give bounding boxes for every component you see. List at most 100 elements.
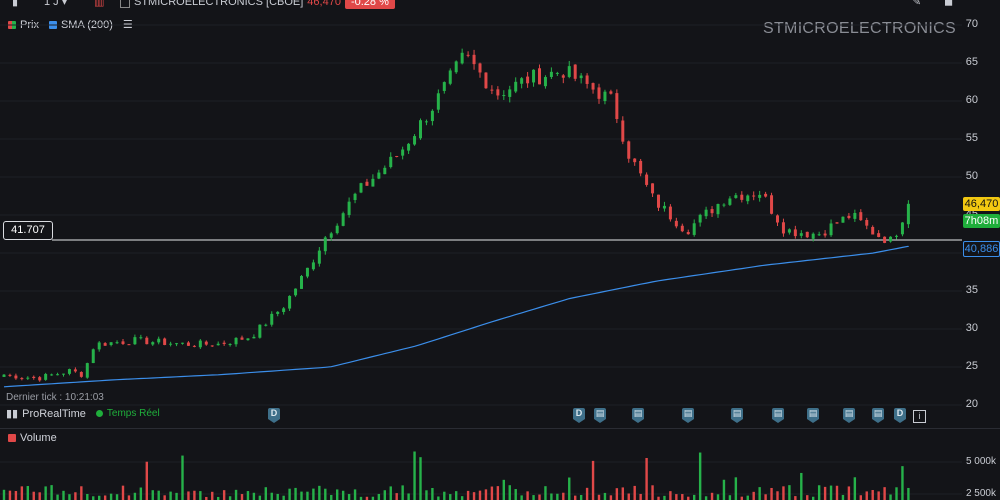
- volume-label: Volume: [20, 432, 57, 444]
- candle-body: [228, 343, 232, 346]
- volume-bar: [419, 457, 422, 500]
- volume-bar: [449, 494, 452, 500]
- candle-body: [668, 206, 672, 220]
- volume-bar: [633, 485, 636, 500]
- dividend-marker[interactable]: D: [268, 408, 280, 423]
- candle-body: [317, 250, 321, 264]
- volume-bar: [413, 451, 416, 500]
- candle-body: [424, 121, 428, 123]
- volume-bar: [698, 452, 702, 500]
- dividend-marker[interactable]: D: [573, 408, 585, 423]
- volume-bar: [526, 491, 529, 500]
- candle-body: [835, 222, 839, 224]
- volume-bar: [32, 491, 35, 500]
- report-marker[interactable]: ▤: [843, 408, 855, 423]
- report-marker[interactable]: ▤: [632, 408, 644, 423]
- candle-body: [97, 342, 101, 350]
- candle-body: [442, 82, 446, 91]
- candle-body: [204, 341, 208, 345]
- pane-separator[interactable]: [0, 428, 1000, 429]
- volume-bar: [80, 486, 83, 500]
- volume-bar: [502, 479, 505, 500]
- volume-bar: [591, 460, 595, 500]
- candle-body: [186, 342, 190, 346]
- volume-legend[interactable]: Volume: [8, 432, 57, 444]
- dividend-marker[interactable]: D: [894, 408, 906, 423]
- provider-label: ProRealTime: [22, 407, 86, 420]
- report-marker[interactable]: ▤: [731, 408, 743, 423]
- volume-bar: [853, 477, 857, 500]
- volume-bar: [490, 486, 494, 500]
- candle-body: [823, 233, 827, 236]
- candle-body: [377, 172, 381, 179]
- report-icon: ▤: [594, 408, 606, 419]
- candle-body: [895, 235, 898, 237]
- report-marker[interactable]: ▤: [772, 408, 784, 423]
- candle-body: [859, 212, 863, 221]
- candle-body: [389, 156, 393, 168]
- volume-bar: [788, 485, 791, 500]
- candle-body: [139, 337, 143, 339]
- candle-body: [853, 212, 857, 219]
- volume-bar: [895, 487, 898, 500]
- price-chart[interactable]: [0, 0, 1000, 500]
- volume-bar: [597, 494, 601, 500]
- volume-bar: [26, 486, 29, 500]
- candle-body: [484, 72, 488, 89]
- candle-body: [198, 340, 202, 348]
- volume-bar: [877, 491, 880, 500]
- candle-body: [222, 342, 226, 344]
- candle-body: [329, 233, 333, 238]
- volume-bar: [145, 461, 148, 500]
- candle-body: [603, 91, 607, 102]
- candle-body: [573, 64, 577, 79]
- volume-bar: [496, 486, 500, 500]
- report-marker[interactable]: ▤: [594, 408, 606, 423]
- candle-body: [811, 233, 815, 239]
- volume-bar: [222, 490, 226, 500]
- candle-body: [716, 203, 720, 215]
- volume-bar: [20, 486, 24, 500]
- report-marker[interactable]: ▤: [872, 408, 884, 423]
- volume-bar: [669, 491, 672, 500]
- volume-bar: [14, 491, 18, 500]
- volume-bar: [627, 493, 630, 500]
- candle-body: [32, 376, 36, 378]
- price-axis-tick: 50: [965, 170, 978, 182]
- volume-bar: [395, 493, 398, 500]
- volume-bar: [728, 495, 732, 500]
- volume-bar: [389, 486, 392, 500]
- candle-body: [555, 72, 559, 74]
- candle-body: [758, 194, 762, 198]
- report-marker[interactable]: ▤: [807, 408, 819, 423]
- volume-bar: [835, 485, 839, 500]
- candle-body: [413, 136, 417, 145]
- horizontal-line-label[interactable]: 41.707: [3, 221, 53, 240]
- report-marker[interactable]: ▤: [682, 408, 694, 423]
- data-provider: ▮▮ ProRealTime Temps Réel: [6, 407, 160, 421]
- volume-swatch-icon: [8, 434, 16, 442]
- volume-bar: [38, 492, 41, 500]
- candle-body: [698, 214, 702, 223]
- candle-body: [746, 195, 750, 202]
- info-icon[interactable]: i: [913, 410, 926, 423]
- candle-body: [115, 342, 119, 344]
- volume-bar: [585, 487, 589, 500]
- candle-body: [639, 160, 643, 174]
- candle-body: [877, 233, 881, 238]
- candle-body: [520, 78, 524, 84]
- candle-body: [460, 52, 464, 64]
- candle-body: [609, 91, 613, 94]
- volume-bar: [817, 485, 821, 500]
- candle-body: [210, 345, 214, 347]
- volume-bar: [704, 496, 708, 500]
- volume-bar: [121, 485, 125, 500]
- volume-bar: [151, 490, 154, 500]
- candle-body: [341, 213, 345, 226]
- price-axis-tick: 60: [965, 94, 978, 106]
- volume-bar: [556, 493, 559, 500]
- volume-bar: [318, 485, 321, 500]
- sma-price-tag: 40,886: [963, 241, 1000, 257]
- candle-body: [240, 337, 244, 340]
- candle-body: [347, 201, 351, 215]
